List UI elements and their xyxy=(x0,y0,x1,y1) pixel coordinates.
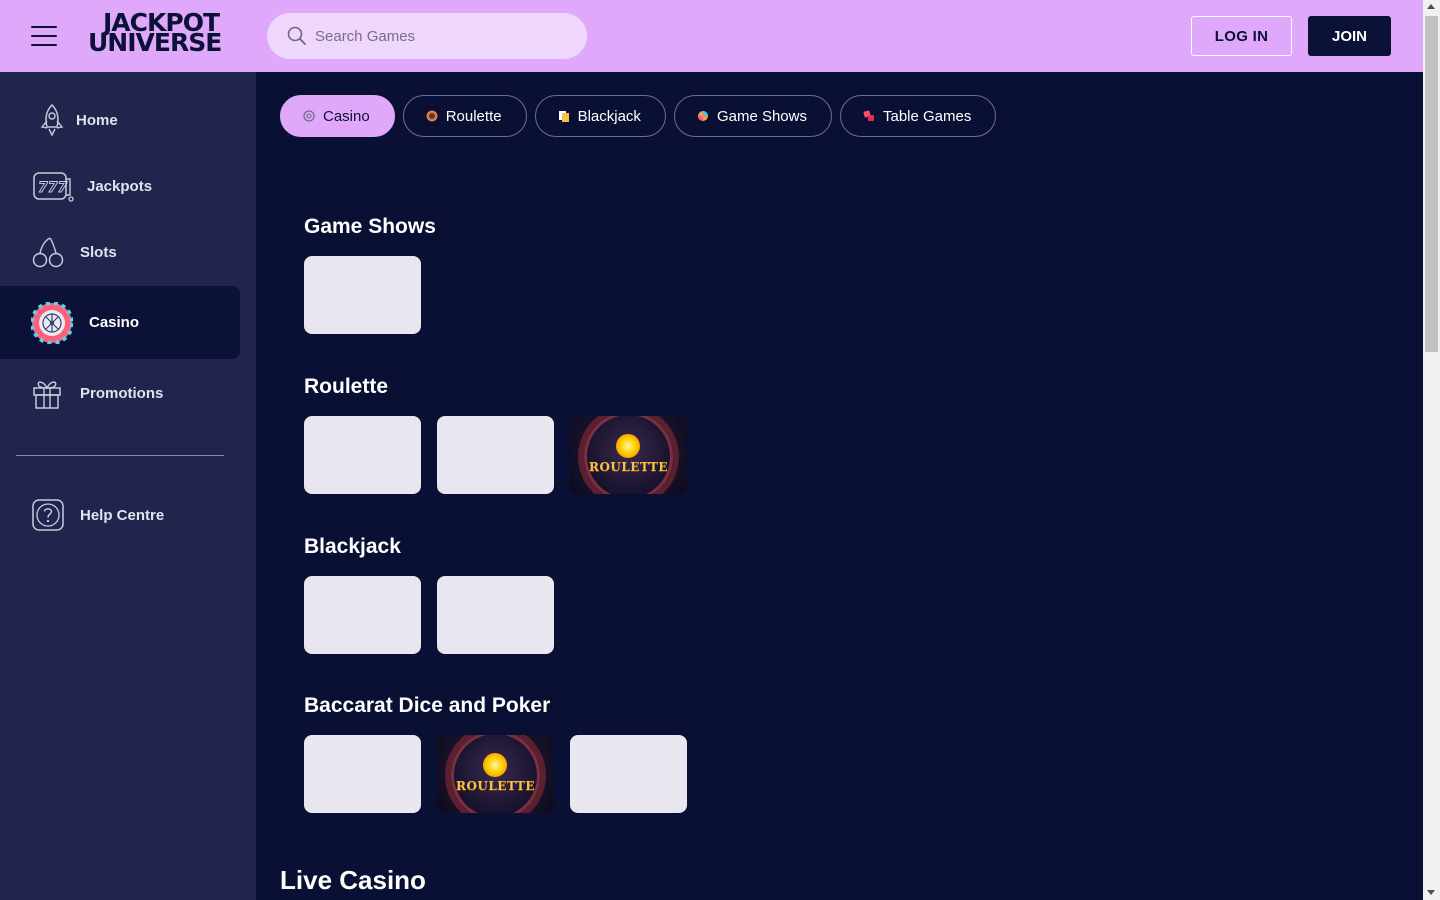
scroll-down-arrow-icon[interactable] xyxy=(1427,890,1435,895)
sidebar-item-label: Slots xyxy=(80,243,117,261)
sidebar-item-label: Promotions xyxy=(80,384,164,402)
sun-logo-art xyxy=(616,434,640,458)
tab-table-games[interactable]: Table Games xyxy=(839,95,997,137)
sidebar-item-casino[interactable]: Casino xyxy=(0,286,240,359)
dice-icon xyxy=(863,110,874,121)
sidebar-item-slots[interactable]: Slots xyxy=(0,216,240,288)
game-tile[interactable] xyxy=(304,576,421,654)
slot-machine-777-icon: 777 xyxy=(30,164,76,208)
sun-logo-art xyxy=(483,753,507,777)
sidebar: Home 777 Jackpots Slots Casino Promotion… xyxy=(0,72,256,900)
game-tile[interactable] xyxy=(437,576,554,654)
roulette-wheel-icon xyxy=(30,301,74,345)
game-tile[interactable] xyxy=(304,256,421,334)
main-content: Casino Roulette Blackjack Game Shows Tab… xyxy=(256,72,1423,900)
logo-line2: UNIVERSE xyxy=(88,28,222,57)
playing-cards-icon xyxy=(558,111,569,122)
top-header: JACKPOT UNIVERSE LOG IN JOIN xyxy=(0,0,1423,72)
gift-icon xyxy=(30,371,64,415)
tab-blackjack[interactable]: Blackjack xyxy=(534,95,666,137)
cherries-icon xyxy=(30,230,66,274)
roulette-tile-text: ROULETTE xyxy=(455,779,536,793)
tab-roulette[interactable]: Roulette xyxy=(402,95,527,137)
sidebar-item-label: Home xyxy=(76,111,118,129)
join-button[interactable]: JOIN xyxy=(1308,16,1391,56)
game-tile[interactable] xyxy=(570,735,687,813)
section-title-blackjack: Blackjack xyxy=(304,535,401,558)
sidebar-item-promotions[interactable]: Promotions xyxy=(0,357,240,429)
sidebar-item-label: Casino xyxy=(89,314,140,331)
sidebar-divider xyxy=(16,455,224,456)
roulette-wheel-icon xyxy=(303,110,315,122)
game-tile[interactable] xyxy=(304,735,421,813)
jackpot-universe-logo[interactable]: JACKPOT UNIVERSE xyxy=(88,10,238,59)
hamburger-menu-icon[interactable] xyxy=(31,26,57,46)
section-title-baccarat-dice-poker: Baccarat Dice and Poker xyxy=(304,694,551,717)
tab-label: Casino xyxy=(323,107,370,125)
roulette-tile-text: ROULETTE xyxy=(588,460,669,474)
scrollbar-thumb[interactable] xyxy=(1425,16,1438,352)
game-tile[interactable] xyxy=(304,416,421,494)
svg-text:777: 777 xyxy=(38,180,67,196)
section-title-live-casino: Live Casino xyxy=(280,865,426,895)
tab-game-shows[interactable]: Game Shows xyxy=(673,95,832,137)
game-tile[interactable] xyxy=(437,416,554,494)
search-icon xyxy=(287,26,306,45)
section-title-game-shows: Game Shows xyxy=(304,215,436,238)
game-tile-roulette[interactable]: ROULETTE xyxy=(437,735,554,813)
sidebar-item-label: Jackpots xyxy=(87,177,153,195)
section-title-roulette: Roulette xyxy=(304,375,388,398)
page-scrollbar[interactable] xyxy=(1423,0,1440,900)
tab-label: Game Shows xyxy=(716,107,807,125)
search-input[interactable] xyxy=(315,27,575,45)
sidebar-item-jackpots[interactable]: 777 Jackpots xyxy=(0,150,240,222)
log-in-button[interactable]: LOG IN xyxy=(1191,16,1292,56)
roulette-chip-icon xyxy=(426,110,438,122)
help-centre-label: Help Centre xyxy=(80,506,165,524)
category-tabs: Casino Roulette Blackjack Game Shows Tab… xyxy=(280,95,997,137)
sidebar-item-help-centre[interactable]: Help Centre xyxy=(0,479,240,551)
tab-label: Blackjack xyxy=(577,107,641,125)
search-bar[interactable] xyxy=(267,13,587,59)
sidebar-item-home[interactable]: Home xyxy=(0,84,240,156)
game-tile-roulette[interactable]: ROULETTE xyxy=(570,416,687,494)
prize-wheel-icon xyxy=(697,111,708,121)
tab-casino[interactable]: Casino xyxy=(280,95,395,137)
rocket-icon xyxy=(30,98,74,142)
help-question-icon xyxy=(30,493,66,537)
tab-label: Roulette xyxy=(445,107,502,125)
tab-label: Table Games xyxy=(882,107,972,125)
scroll-up-arrow-icon[interactable] xyxy=(1427,4,1435,9)
